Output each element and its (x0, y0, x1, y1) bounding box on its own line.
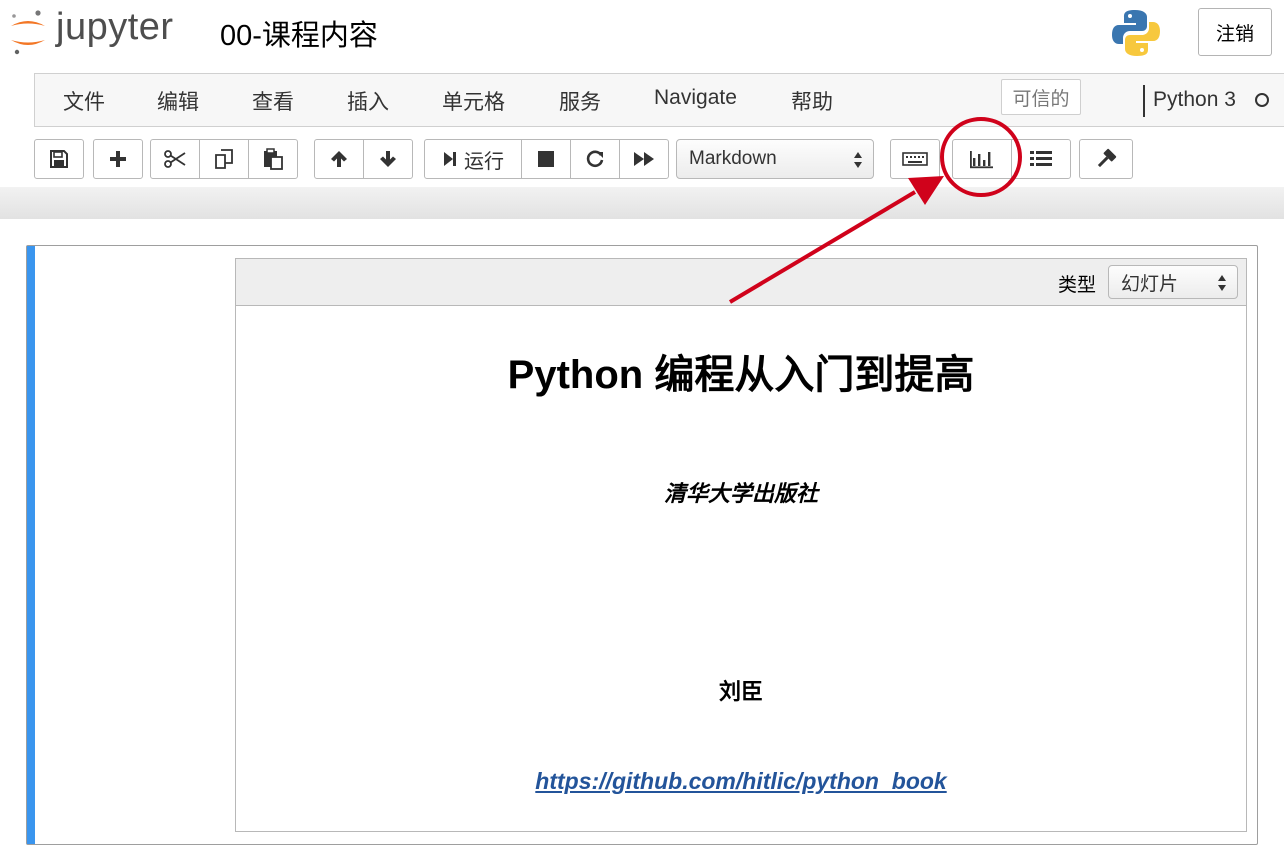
slide-type-select[interactable]: 幻灯片 (1108, 265, 1238, 299)
gavel-icon (1097, 148, 1117, 168)
notebook-header-band (0, 187, 1284, 219)
toolbar: 运行 Markdown (0, 127, 1284, 187)
repo-link[interactable]: https://github.com/hitlic/python_book (236, 768, 1246, 795)
cut-button[interactable] (150, 139, 200, 179)
menu-view[interactable]: 查看 (252, 86, 294, 116)
presentation-toolbar-button[interactable] (952, 139, 1012, 179)
menu-file[interactable]: 文件 (63, 86, 105, 116)
menu-cell[interactable]: 单元格 (442, 86, 505, 116)
select-arrows-icon (1218, 275, 1226, 291)
command-palette-button[interactable] (890, 139, 940, 179)
kernel-idle-icon (1255, 93, 1269, 107)
toc-button[interactable] (1011, 139, 1071, 179)
floppy-disk-icon (50, 150, 68, 168)
menu-kernel[interactable]: 服务 (559, 86, 601, 116)
extension-group (952, 139, 1071, 179)
arrow-up-icon (331, 151, 347, 167)
menu-edit[interactable]: 编辑 (157, 86, 199, 116)
kernel-name[interactable]: Python 3 (1153, 88, 1236, 112)
cell-type-select[interactable]: Markdown (676, 139, 874, 179)
jupyter-wordmark[interactable]: jupyter (56, 6, 174, 49)
copy-button[interactable] (199, 139, 249, 179)
list-icon (1030, 151, 1052, 166)
run-button[interactable]: 运行 (424, 139, 522, 179)
menu-help[interactable]: 帮助 (791, 86, 833, 116)
save-group (34, 139, 84, 179)
refresh-icon (586, 150, 604, 168)
move-down-button[interactable] (363, 139, 413, 179)
nbextensions-group (1079, 139, 1133, 179)
slide-author: 刘臣 (718, 679, 763, 704)
move-up-button[interactable] (314, 139, 364, 179)
trusted-indicator[interactable]: 可信的 (1001, 79, 1081, 115)
clipboard-group (150, 139, 298, 179)
rendered-markdown: Python 编程从入门到提高 清华大学出版社 刘臣 https://githu… (235, 306, 1247, 832)
move-group (314, 139, 413, 179)
copy-icon (215, 149, 233, 169)
insert-cell-button[interactable] (93, 139, 143, 179)
paste-button[interactable] (248, 139, 298, 179)
markdown-cell[interactable]: 类型 幻灯片 Python 编程从入门到提高 清华大学出版社 刘臣 https:… (26, 245, 1258, 845)
command-palette-group (890, 139, 940, 179)
menu-navigate[interactable]: Navigate (654, 86, 737, 110)
cell-toolbar: 类型 幻灯片 (235, 258, 1247, 306)
python-logo-icon (1112, 10, 1160, 56)
run-label: 运行 (464, 150, 504, 173)
insert-group (93, 139, 143, 179)
paste-icon (264, 148, 283, 170)
bar-chart-icon (970, 151, 993, 169)
logout-button[interactable]: 注销 (1198, 8, 1272, 56)
slide-publisher: 清华大学出版社 (663, 481, 818, 506)
cell-type-value: Markdown (689, 148, 777, 169)
scissors-icon (164, 150, 186, 168)
slide-type-label: 类型 (1058, 275, 1097, 296)
run-group: 运行 (424, 139, 669, 179)
stop-icon (538, 151, 554, 167)
menu-insert[interactable]: 插入 (347, 86, 389, 116)
save-button[interactable] (34, 139, 84, 179)
kernel-separator (1143, 85, 1145, 117)
restart-run-all-button[interactable] (619, 139, 669, 179)
fast-forward-icon (634, 152, 654, 166)
menubar: 文件 编辑 查看 插入 单元格 服务 Navigate 帮助 可信的 Pytho… (34, 73, 1284, 127)
interrupt-button[interactable] (521, 139, 571, 179)
step-forward-icon (444, 152, 456, 166)
slide-type-value: 幻灯片 (1121, 273, 1179, 295)
cell-selection-bar (27, 246, 35, 844)
slide-heading: Python 编程从入门到提高 (507, 353, 975, 397)
notebook-title[interactable]: 00-课程内容 (220, 12, 378, 54)
restart-button[interactable] (570, 139, 620, 179)
select-arrows-icon (854, 152, 862, 168)
keyboard-icon (902, 152, 928, 166)
header: jupyter 00-课程内容 注销 (0, 0, 1284, 72)
arrow-down-icon (380, 151, 396, 167)
nbextensions-config-button[interactable] (1079, 139, 1133, 179)
plus-icon (110, 151, 126, 167)
jupyter-logo-icon[interactable] (8, 8, 48, 56)
